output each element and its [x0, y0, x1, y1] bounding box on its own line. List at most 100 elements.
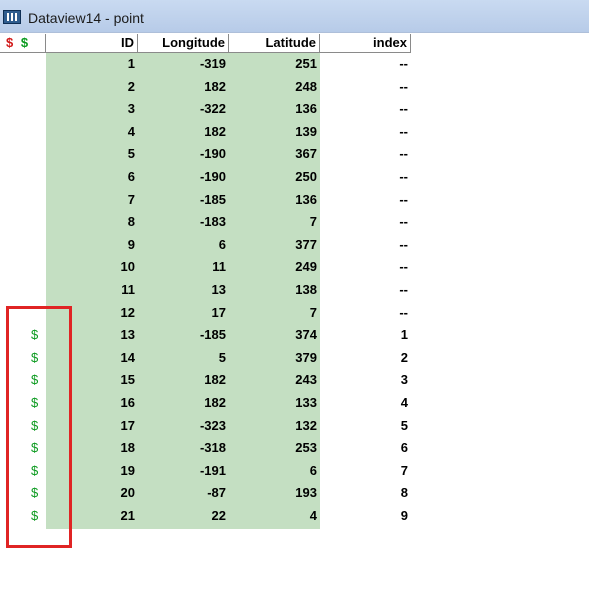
selection-marker[interactable]: [0, 76, 46, 99]
cell-id[interactable]: 4: [46, 121, 138, 144]
cell-latitude[interactable]: 193: [229, 482, 320, 505]
cell-latitude[interactable]: 4: [229, 505, 320, 528]
column-header-longitude[interactable]: Longitude: [138, 34, 229, 53]
cell-index[interactable]: 7: [320, 460, 411, 483]
table-row[interactable]: $18 -318 253 6: [0, 437, 589, 460]
cell-longitude[interactable]: 182: [138, 76, 229, 99]
table-row[interactable]: 4 182 139 --: [0, 121, 589, 144]
cell-index[interactable]: 5: [320, 415, 411, 438]
cell-longitude[interactable]: -183: [138, 211, 229, 234]
cell-longitude[interactable]: -323: [138, 415, 229, 438]
cell-latitude[interactable]: 7: [229, 302, 320, 325]
cell-longitude[interactable]: 182: [138, 121, 229, 144]
table-row[interactable]: 2 182 248 --: [0, 76, 589, 99]
cell-latitude[interactable]: 253: [229, 437, 320, 460]
cell-latitude[interactable]: 243: [229, 369, 320, 392]
cell-longitude[interactable]: 11: [138, 256, 229, 279]
column-header-id[interactable]: ID: [46, 34, 138, 53]
table-row[interactable]: $13 -185 374 1: [0, 324, 589, 347]
selection-marker[interactable]: [0, 166, 46, 189]
cell-id[interactable]: 5: [46, 143, 138, 166]
selection-marker[interactable]: [0, 279, 46, 302]
cell-index[interactable]: --: [320, 234, 411, 257]
cell-index[interactable]: 1: [320, 324, 411, 347]
table-row[interactable]: 8 -183 7 --: [0, 211, 589, 234]
table-row[interactable]: 5 -190 367 --: [0, 143, 589, 166]
cell-longitude[interactable]: -87: [138, 482, 229, 505]
cell-index[interactable]: 4: [320, 392, 411, 415]
table-row[interactable]: 11 13 138 --: [0, 279, 589, 302]
table-row[interactable]: 9 6 377 --: [0, 234, 589, 257]
cell-index[interactable]: --: [320, 166, 411, 189]
cell-index[interactable]: --: [320, 53, 411, 76]
cell-index[interactable]: --: [320, 302, 411, 325]
table-row[interactable]: 1 -319 251 --: [0, 53, 589, 76]
table-row[interactable]: $19 -191 6 7: [0, 460, 589, 483]
table-row[interactable]: 6 -190 250 --: [0, 166, 589, 189]
cell-longitude[interactable]: 6: [138, 234, 229, 257]
cell-latitude[interactable]: 136: [229, 98, 320, 121]
cell-id[interactable]: 8: [46, 211, 138, 234]
cell-longitude[interactable]: 22: [138, 505, 229, 528]
cell-latitude[interactable]: 251: [229, 53, 320, 76]
cell-id[interactable]: 11: [46, 279, 138, 302]
cell-index[interactable]: 2: [320, 347, 411, 370]
cell-index[interactable]: --: [320, 256, 411, 279]
cell-latitude[interactable]: 136: [229, 189, 320, 212]
cell-latitude[interactable]: 6: [229, 460, 320, 483]
cell-latitude[interactable]: 139: [229, 121, 320, 144]
selection-marker[interactable]: [0, 211, 46, 234]
cell-index[interactable]: 8: [320, 482, 411, 505]
cell-longitude[interactable]: -318: [138, 437, 229, 460]
cell-longitude[interactable]: 13: [138, 279, 229, 302]
selection-marker[interactable]: [0, 189, 46, 212]
cell-index[interactable]: --: [320, 76, 411, 99]
column-header-latitude[interactable]: Latitude: [229, 34, 320, 53]
cell-longitude[interactable]: 5: [138, 347, 229, 370]
selection-marker[interactable]: [0, 234, 46, 257]
cell-longitude[interactable]: 182: [138, 369, 229, 392]
cell-longitude[interactable]: 182: [138, 392, 229, 415]
table-row[interactable]: 10 11 249 --: [0, 256, 589, 279]
cell-longitude[interactable]: -191: [138, 460, 229, 483]
cell-longitude[interactable]: -190: [138, 143, 229, 166]
cell-longitude[interactable]: -322: [138, 98, 229, 121]
selection-marker[interactable]: [0, 143, 46, 166]
table-row[interactable]: $20 -87 193 8: [0, 482, 589, 505]
cell-latitude[interactable]: 379: [229, 347, 320, 370]
cell-latitude[interactable]: 377: [229, 234, 320, 257]
cell-id[interactable]: 2: [46, 76, 138, 99]
cell-id[interactable]: 3: [46, 98, 138, 121]
selection-marker[interactable]: [0, 256, 46, 279]
cell-id[interactable]: 9: [46, 234, 138, 257]
cell-id[interactable]: 10: [46, 256, 138, 279]
cell-latitude[interactable]: 249: [229, 256, 320, 279]
cell-latitude[interactable]: 250: [229, 166, 320, 189]
cell-index[interactable]: 9: [320, 505, 411, 528]
table-row[interactable]: $15 182 243 3: [0, 369, 589, 392]
cell-latitude[interactable]: 7: [229, 211, 320, 234]
cell-index[interactable]: --: [320, 121, 411, 144]
selection-marker[interactable]: [0, 98, 46, 121]
selection-marker[interactable]: [0, 121, 46, 144]
cell-index[interactable]: --: [320, 98, 411, 121]
table-row[interactable]: 12 17 7 --: [0, 302, 589, 325]
cell-longitude[interactable]: 17: [138, 302, 229, 325]
cell-latitude[interactable]: 248: [229, 76, 320, 99]
cell-longitude[interactable]: -319: [138, 53, 229, 76]
table-row[interactable]: 3 -322 136 --: [0, 98, 589, 121]
title-bar[interactable]: Dataview14 - point: [0, 0, 589, 33]
cell-id[interactable]: 6: [46, 166, 138, 189]
cell-longitude[interactable]: -185: [138, 189, 229, 212]
cell-latitude[interactable]: 367: [229, 143, 320, 166]
cell-index[interactable]: 3: [320, 369, 411, 392]
cell-latitude[interactable]: 133: [229, 392, 320, 415]
cell-latitude[interactable]: 374: [229, 324, 320, 347]
cell-longitude[interactable]: -185: [138, 324, 229, 347]
table-row[interactable]: 7 -185 136 --: [0, 189, 589, 212]
cell-index[interactable]: --: [320, 143, 411, 166]
cell-id[interactable]: 1: [46, 53, 138, 76]
cell-longitude[interactable]: -190: [138, 166, 229, 189]
selection-column-header[interactable]: $ $: [0, 34, 46, 53]
cell-index[interactable]: --: [320, 279, 411, 302]
